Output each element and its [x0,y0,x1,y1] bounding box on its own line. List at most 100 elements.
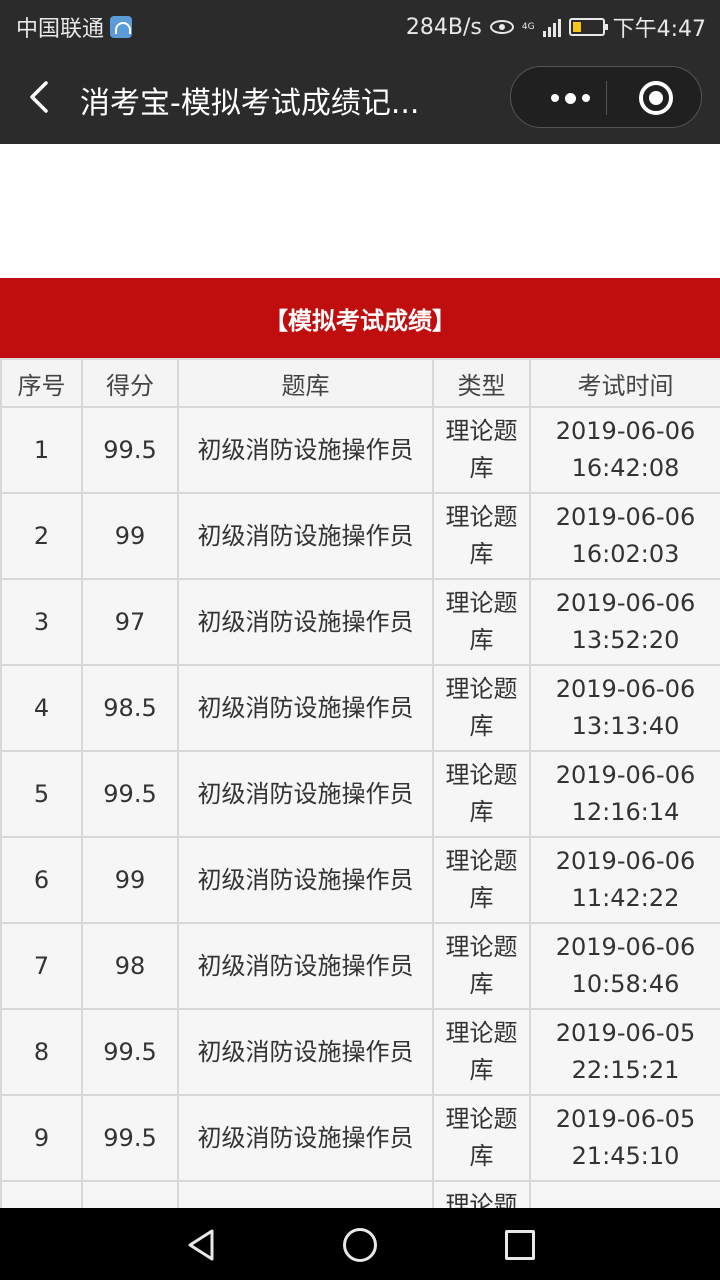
exam-clock-time: 13:13:40 [571,712,680,740]
table-row[interactable]: 9 99.5 初级消防设施操作员 理论题库 2019-06-05 21:45:10 [0,1094,720,1182]
cell-bank: 初级消防设施操作员 [177,922,434,1010]
score-table: 序号 得分 题库 类型 考试时间 1 99.5 初级消防设施操作员 理论题库 2019-… [0,358,720,1208]
cell-time: 2019-06-06 16:02:03 [529,492,720,580]
cell-index: 1 [0,406,83,494]
table-row[interactable]: 理论题库2019-02-02 [0,1180,720,1208]
cell-bank: 初级消防设施操作员 [177,750,434,838]
cell-score: 98 [81,922,179,1010]
exam-clock-time: 13:52:20 [571,626,680,654]
exam-date: 2019-06-06 [555,847,696,875]
cell-type: 理论题库 [432,1094,531,1182]
exam-date: 2019-06-06 [555,503,696,531]
close-miniprogram-icon[interactable] [639,81,673,115]
cell-bank [177,1180,434,1208]
exam-date: 2019-06-06 [555,675,696,703]
cell-index: 8 [0,1008,83,1096]
exam-clock-time: 11:42:22 [571,884,680,912]
capsule-menu [510,66,702,128]
capsule-divider [606,81,607,115]
cell-type: 理论题库 [432,836,531,924]
column-header-index: 序号 [0,358,83,408]
signal-icon [542,17,561,37]
cell-score: 99.5 [81,750,179,838]
cell-time: 2019-06-06 12:16:14 [529,750,720,838]
exam-clock-time: 22:15:21 [571,1056,680,1084]
exam-date: 2019-06-05 [555,1105,696,1133]
status-bar: 中国联通 284B/s 4G 下午4:47 [0,0,720,50]
exam-date: 2019-06-06 [555,933,696,961]
cell-type: 理论题库 [432,406,531,494]
cell-type: 理论题库 [432,1180,531,1208]
exam-clock-time: 16:02:03 [571,540,680,568]
cell-time: 2019-02-02 [529,1180,720,1208]
score-table-container[interactable]: 序号 得分 题库 类型 考试时间 1 99.5 初级消防设施操作员 理论题库 2019-… [0,358,720,1208]
exam-date: 2019-06-06 [555,761,696,789]
navigation-bar [0,1208,720,1280]
section-header: 【模拟考试成绩】 [0,278,720,358]
cell-score: 98.5 [81,664,179,752]
cell-type: 理论题库 [432,492,531,580]
exam-clock-time: 21:45:10 [571,1142,680,1170]
table-row[interactable]: 3 97 初级消防设施操作员 理论题库 2019-06-06 13:52:20 [0,578,720,666]
cell-bank: 初级消防设施操作员 [177,406,434,494]
cell-score [81,1180,179,1208]
table-row[interactable]: 1 99.5 初级消防设施操作员 理论题库 2019-06-06 16:42:08 [0,406,720,494]
cell-bank: 初级消防设施操作员 [177,492,434,580]
cell-time: 2019-06-06 16:42:08 [529,406,720,494]
exam-clock-time: 10:58:46 [571,970,680,998]
cell-type: 理论题库 [432,750,531,838]
cell-index: 9 [0,1094,83,1182]
column-header-bank: 题库 [177,358,434,408]
cell-type: 理论题库 [432,664,531,752]
table-row[interactable]: 5 99.5 初级消防设施操作员 理论题库 2019-06-06 12:16:14 [0,750,720,838]
table-body: 1 99.5 初级消防设施操作员 理论题库 2019-06-06 16:42:08 2 99 初… [0,406,720,1208]
nav-home-icon[interactable] [343,1228,377,1262]
network-type: 4G [521,22,535,32]
clock: 下午4:47 [612,17,706,42]
cell-index: 2 [0,492,83,580]
cell-time: 2019-06-06 13:52:20 [529,578,720,666]
cell-bank: 初级消防设施操作员 [177,578,434,666]
table-row[interactable]: 6 99 初级消防设施操作员 理论题库 2019-06-06 11:42:22 [0,836,720,924]
cell-score: 99 [81,492,179,580]
table-row[interactable]: 2 99 初级消防设施操作员 理论题库 2019-06-06 16:02:03 [0,492,720,580]
page-title: 消考宝-模拟考试成绩记... [80,86,420,121]
cell-index: 3 [0,578,83,666]
cell-time: 2019-06-06 13:13:40 [529,664,720,752]
cell-score: 99.5 [81,1008,179,1096]
column-header-time: 考试时间 [529,358,720,408]
cell-type: 理论题库 [432,1008,531,1096]
cell-index: 4 [0,664,83,752]
table-row[interactable]: 7 98 初级消防设施操作员 理论题库 2019-06-06 10:58:46 [0,922,720,1010]
cell-bank: 初级消防设施操作员 [177,1008,434,1096]
table-row[interactable]: 8 99.5 初级消防设施操作员 理论题库 2019-06-05 22:15:21 [0,1008,720,1096]
cell-time: 2019-06-05 22:15:21 [529,1008,720,1096]
battery-icon [568,18,608,36]
carrier-app-icon [110,16,133,38]
table-header-row: 序号 得分 题库 类型 考试时间 [0,358,720,408]
cell-type: 理论题库 [432,578,531,666]
cell-score: 99.5 [81,406,179,494]
eye-icon [489,20,514,34]
more-icon[interactable] [535,67,605,129]
cell-time: 2019-06-06 11:42:22 [529,836,720,924]
table-row[interactable]: 4 98.5 初级消防设施操作员 理论题库 2019-06-06 13:13:40 [0,664,720,752]
cell-score: 99 [81,836,179,924]
cell-index [0,1180,83,1208]
cell-bank: 初级消防设施操作员 [177,1094,434,1182]
cell-index: 6 [0,836,83,924]
title-bar: 消考宝-模拟考试成绩记... [0,50,720,144]
exam-date: 2019-06-06 [555,589,696,617]
exam-date: 2019-06-05 [555,1019,696,1047]
cell-index: 5 [0,750,83,838]
nav-back-icon[interactable] [184,1228,218,1262]
cell-index: 7 [0,922,83,1010]
carrier-label: 中国联通 [16,17,105,42]
cell-bank: 初级消防设施操作员 [177,836,434,924]
nav-recent-apps-icon[interactable] [505,1230,535,1260]
net-speed: 284B/s [405,14,482,40]
column-header-type: 类型 [432,358,531,408]
column-header-score: 得分 [81,358,179,408]
cell-score: 97 [81,578,179,666]
back-arrow-icon[interactable] [24,80,54,114]
